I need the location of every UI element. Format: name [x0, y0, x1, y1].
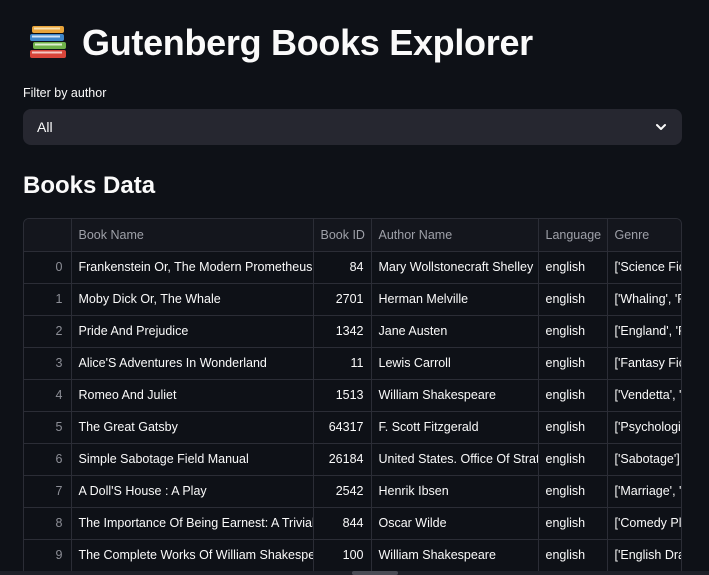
- scrollbar-thumb[interactable]: [352, 571, 398, 575]
- language-cell[interactable]: english: [538, 283, 608, 316]
- book-name-cell[interactable]: The Importance Of Being Earnest: A Trivi…: [71, 507, 314, 540]
- book-id-cell[interactable]: 26184: [313, 443, 372, 476]
- table-row[interactable]: 8 The Importance Of Being Earnest: A Triv…: [24, 507, 681, 540]
- row-index[interactable]: 7: [24, 475, 72, 508]
- books-data-table[interactable]: Book Name Book ID Author Name Language G…: [23, 218, 682, 575]
- section-title: Books Data: [23, 172, 156, 199]
- genre-cell[interactable]: ['English Dra: [607, 539, 681, 572]
- language-cell[interactable]: english: [538, 347, 608, 380]
- book-name-cell[interactable]: The Complete Works Of William Shakespea: [71, 539, 314, 572]
- language-cell[interactable]: english: [538, 539, 608, 572]
- column-header-book-id[interactable]: Book ID: [313, 219, 372, 252]
- table-row[interactable]: 3 Alice'S Adventures In Wonderland 11 Lewis…: [24, 347, 681, 380]
- row-index[interactable]: 1: [24, 283, 72, 316]
- language-cell[interactable]: english: [538, 507, 608, 540]
- genre-cell[interactable]: ['Marriage', ': [607, 475, 681, 508]
- book-id-cell[interactable]: 84: [313, 251, 372, 284]
- genre-cell[interactable]: ['Comedy Pl: [607, 507, 681, 540]
- book-id-cell[interactable]: 11: [313, 347, 372, 380]
- row-index[interactable]: 9: [24, 539, 72, 572]
- book-name-cell[interactable]: The Great Gatsby: [71, 411, 314, 444]
- row-index[interactable]: 2: [24, 315, 72, 348]
- column-header-language[interactable]: Language: [538, 219, 608, 252]
- genre-cell[interactable]: ['Sabotage']: [607, 443, 681, 476]
- author-name-cell[interactable]: United States. Office Of Strate: [371, 443, 539, 476]
- language-cell[interactable]: english: [538, 443, 608, 476]
- books-icon: [28, 24, 70, 62]
- book-name-cell[interactable]: Alice'S Adventures In Wonderland: [71, 347, 314, 380]
- table-row[interactable]: 6 Simple Sabotage Field Manual 26184 United…: [24, 443, 681, 476]
- column-header-book-name[interactable]: Book Name: [71, 219, 314, 252]
- table-header-row: Book Name Book ID Author Name Language G…: [24, 219, 681, 252]
- author-name-cell[interactable]: Jane Austen: [371, 315, 539, 348]
- table-row[interactable]: 0 Frankenstein Or, The Modern Prometheus 8…: [24, 251, 681, 284]
- genre-cell[interactable]: ['England', 'F: [607, 315, 681, 348]
- book-name-cell[interactable]: Moby Dick Or, The Whale: [71, 283, 314, 316]
- author-name-cell[interactable]: Henrik Ibsen: [371, 475, 539, 508]
- book-id-cell[interactable]: 100: [313, 539, 372, 572]
- genre-cell[interactable]: ['Vendetta', ': [607, 379, 681, 412]
- column-header-genre[interactable]: Genre: [607, 219, 681, 252]
- language-cell[interactable]: english: [538, 379, 608, 412]
- genre-cell[interactable]: ['Science Fic: [607, 251, 681, 284]
- language-cell[interactable]: english: [538, 251, 608, 284]
- author-name-cell[interactable]: Mary Wollstonecraft Shelley: [371, 251, 539, 284]
- book-name-cell[interactable]: Romeo And Juliet: [71, 379, 314, 412]
- genre-cell[interactable]: ['Whaling', 'F: [607, 283, 681, 316]
- book-id-cell[interactable]: 1513: [313, 379, 372, 412]
- book-id-cell[interactable]: 1342: [313, 315, 372, 348]
- row-index[interactable]: 8: [24, 507, 72, 540]
- author-filter-select[interactable]: All: [23, 109, 682, 145]
- author-name-cell[interactable]: F. Scott Fitzgerald: [371, 411, 539, 444]
- row-index[interactable]: 0: [24, 251, 72, 284]
- filter-label: Filter by author: [23, 86, 107, 100]
- book-id-cell[interactable]: 844: [313, 507, 372, 540]
- genre-cell[interactable]: ['Fantasy Fic: [607, 347, 681, 380]
- book-name-cell[interactable]: Simple Sabotage Field Manual: [71, 443, 314, 476]
- genre-cell[interactable]: ['Psychologi: [607, 411, 681, 444]
- author-name-cell[interactable]: Lewis Carroll: [371, 347, 539, 380]
- row-index[interactable]: 5: [24, 411, 72, 444]
- book-id-cell[interactable]: 64317: [313, 411, 372, 444]
- chevron-down-icon[interactable]: [654, 120, 668, 134]
- language-cell[interactable]: english: [538, 475, 608, 508]
- author-name-cell[interactable]: William Shakespeare: [371, 379, 539, 412]
- table-row[interactable]: 1 Moby Dick Or, The Whale 2701 Herman Melvi…: [24, 283, 681, 316]
- data-grid: Book Name Book ID Author Name Language G…: [24, 219, 681, 572]
- page-title: Gutenberg Books Explorer: [82, 22, 533, 63]
- title-row: Gutenberg Books Explorer: [28, 18, 533, 68]
- book-id-cell[interactable]: 2701: [313, 283, 372, 316]
- app-page: Gutenberg Books Explorer Filter by autho…: [0, 0, 709, 575]
- row-index[interactable]: 4: [24, 379, 72, 412]
- row-index[interactable]: 6: [24, 443, 72, 476]
- column-header-author-name[interactable]: Author Name: [371, 219, 539, 252]
- language-cell[interactable]: english: [538, 315, 608, 348]
- book-id-cell[interactable]: 2542: [313, 475, 372, 508]
- language-cell[interactable]: english: [538, 411, 608, 444]
- table-body: 0 Frankenstein Or, The Modern Prometheus 8…: [24, 251, 681, 572]
- table-row[interactable]: 9 The Complete Works Of William Shakespea…: [24, 539, 681, 572]
- author-name-cell[interactable]: Herman Melville: [371, 283, 539, 316]
- author-name-cell[interactable]: Oscar Wilde: [371, 507, 539, 540]
- book-name-cell[interactable]: Pride And Prejudice: [71, 315, 314, 348]
- table-row[interactable]: 5 The Great Gatsby 64317 F. Scott Fitzgeral…: [24, 411, 681, 444]
- row-index[interactable]: 3: [24, 347, 72, 380]
- table-row[interactable]: 2 Pride And Prejudice 1342 Jane Austen engli…: [24, 315, 681, 348]
- table-row[interactable]: 4 Romeo And Juliet 1513 William Shakespeare…: [24, 379, 681, 412]
- horizontal-scrollbar[interactable]: [0, 571, 709, 575]
- book-name-cell[interactable]: A Doll'S House : A Play: [71, 475, 314, 508]
- column-header-index[interactable]: [24, 219, 72, 252]
- book-name-cell[interactable]: Frankenstein Or, The Modern Prometheus: [71, 251, 314, 284]
- author-filter-value: All: [37, 119, 53, 135]
- author-name-cell[interactable]: William Shakespeare: [371, 539, 539, 572]
- table-row[interactable]: 7A Doll'S House : A Play 2542 Henrik Ibsen…: [24, 475, 681, 508]
